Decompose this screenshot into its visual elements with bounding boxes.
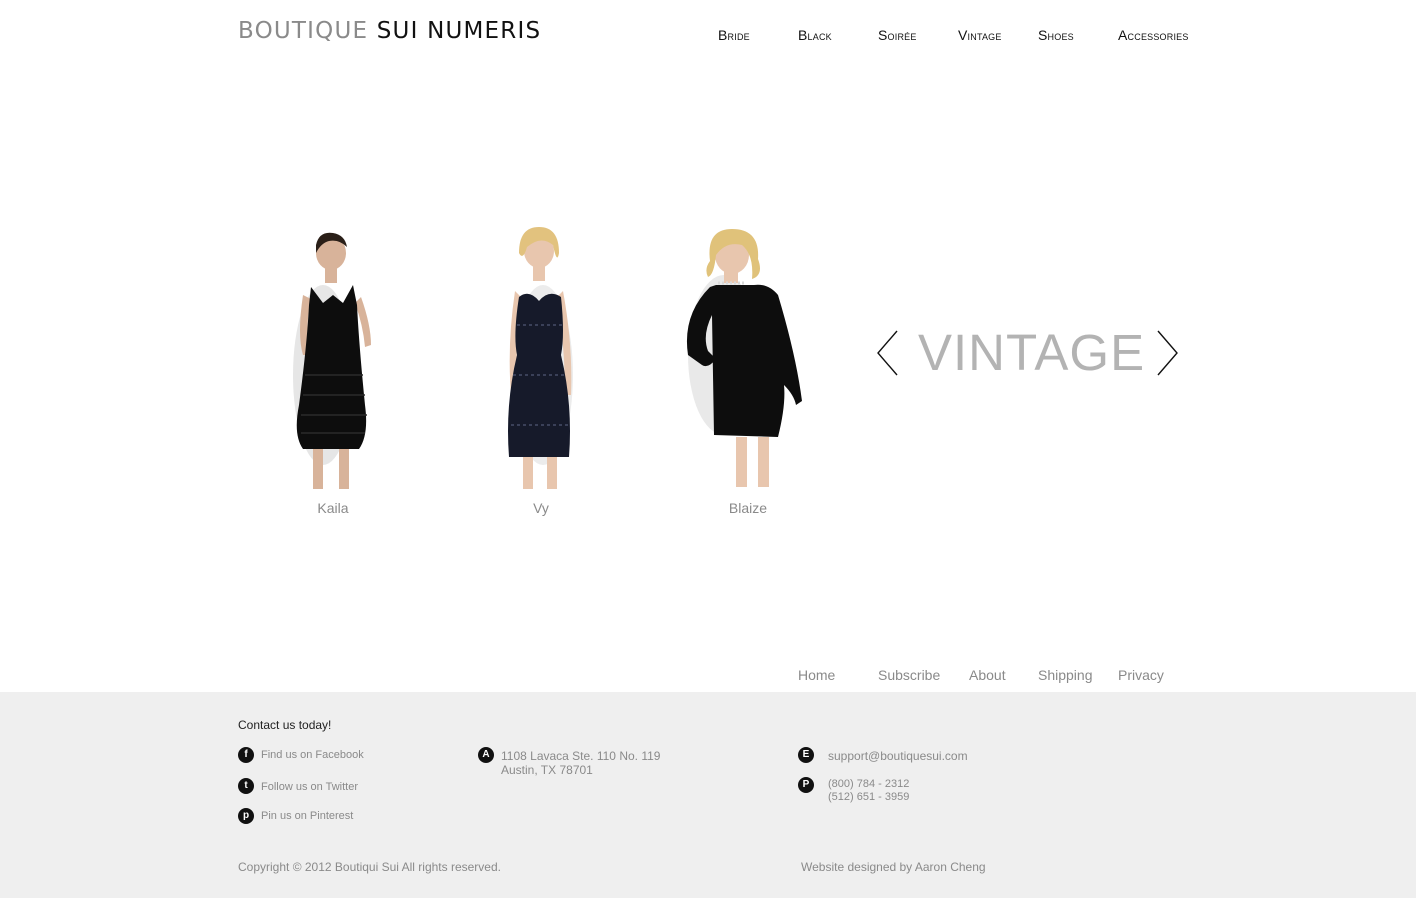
support-email-link[interactable]: support@boutiquesui.com	[828, 749, 968, 763]
pinterest-link[interactable]: Pin us on Pinterest	[261, 810, 353, 822]
site-logo[interactable]: BOUTIQUE SUI NUMERIS	[238, 18, 541, 44]
copyright-text: Copyright © 2012 Boutiqui Sui All rights…	[238, 860, 501, 874]
nav-accessories[interactable]: Accessories	[1118, 27, 1189, 43]
dress-photo-kaila[interactable]	[253, 225, 413, 491]
facebook-link[interactable]: Find us on Facebook	[261, 749, 364, 761]
previous-collection-arrow-icon[interactable]	[876, 330, 898, 376]
next-collection-arrow-icon[interactable]	[1157, 330, 1179, 376]
designer-credit: Website designed by Aaron Cheng	[801, 860, 986, 874]
phone-number-2: (512) 651 - 3959	[828, 791, 910, 803]
footer-link-about[interactable]: About	[969, 667, 1006, 683]
email-icon: E	[798, 747, 814, 763]
address-icon: A	[478, 747, 494, 763]
pinterest-icon[interactable]: p	[238, 808, 254, 824]
nav-shoes[interactable]: Shoes	[1038, 27, 1074, 43]
phone-icon: P	[798, 777, 814, 793]
nav-black[interactable]: Black	[798, 27, 832, 43]
dress-photo-blaize[interactable]	[668, 225, 828, 491]
nav-vintage[interactable]: Vintage	[958, 27, 1002, 43]
address-line-1: 1108 Lavaca Ste. 110 No. 119	[501, 749, 661, 763]
twitter-link[interactable]: Follow us on Twitter	[261, 781, 358, 793]
nav-soiree[interactable]: Soirée	[878, 27, 917, 43]
footer	[0, 692, 1416, 898]
phone-number-1: (800) 784 - 2312	[828, 778, 910, 790]
contact-title: Contact us today!	[238, 718, 332, 732]
twitter-icon[interactable]: t	[238, 778, 254, 794]
logo-word-boutique: BOUTIQUE	[238, 18, 369, 44]
logo-word-sui-numeris: SUI NUMERIS	[376, 18, 542, 44]
footer-link-privacy[interactable]: Privacy	[1118, 667, 1164, 683]
address-line-2: Austin, TX 78701	[501, 763, 593, 777]
dress-photo-vy[interactable]	[461, 225, 621, 491]
nav-bride[interactable]: Bride	[718, 27, 750, 43]
dress-name-blaize[interactable]: Blaize	[668, 500, 828, 516]
footer-link-home[interactable]: Home	[798, 667, 835, 683]
dress-name-vy[interactable]: Vy	[461, 500, 621, 516]
footer-link-shipping[interactable]: Shipping	[1038, 667, 1093, 683]
footer-link-subscribe[interactable]: Subscribe	[878, 667, 940, 683]
collection-title: VINTAGE	[918, 324, 1146, 381]
dress-name-kaila[interactable]: Kaila	[253, 500, 413, 516]
facebook-icon[interactable]: f	[238, 747, 254, 763]
